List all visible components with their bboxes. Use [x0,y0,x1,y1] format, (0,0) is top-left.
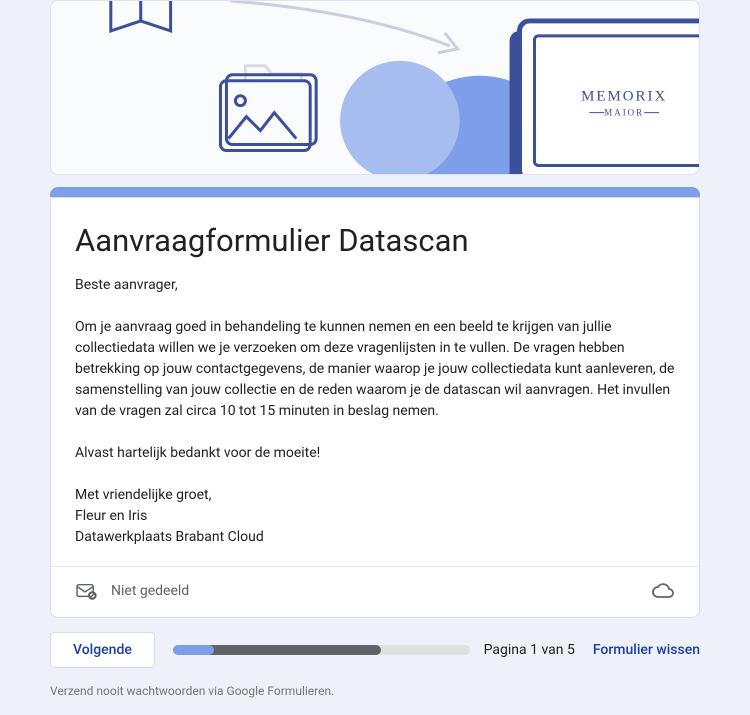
form-nav-row: Volgende Pagina 1 van 5 Formulier wissen [50,632,700,668]
org-line: Datawerkplaats Brabant Cloud [75,527,675,548]
mail-blocked-icon [75,582,97,600]
form-title: Aanvraagformulier Datascan [75,222,675,261]
page-counter: Pagina 1 van 5 [484,642,575,658]
thanks-line: Alvast hartelijk bedankt voor de moeite! [75,443,675,464]
signer-line: Fleur en Iris [75,506,675,527]
body-paragraph: Om je aanvraag goed in behandeling te ku… [75,317,675,422]
greeting-line: Beste aanvrager, [75,275,675,296]
form-intro-card: Aanvraagformulier Datascan Beste aanvrag… [50,197,700,618]
header-illustration: MEMORIX MAIOR [51,1,699,175]
clear-form-link[interactable]: Formulier wissen [593,642,700,658]
form-description: Beste aanvrager, Om je aanvraag goed in … [75,275,675,548]
progress-bar [173,645,470,655]
brand-text-1: MEMORIX [581,89,667,105]
card-footer: Niet gedeeld [51,566,699,617]
next-button[interactable]: Volgende [50,632,155,668]
signoff-line: Met vriendelijke groet, [75,485,675,506]
sharing-status-text: Niet gedeeld [111,583,189,599]
progress-fill [173,645,215,655]
progress-wrap: Pagina 1 van 5 [173,642,575,658]
brand-text-2: MAIOR [604,108,644,118]
password-disclaimer: Verzend nooit wachtwoorden via Google Fo… [50,684,700,698]
form-header-image: MEMORIX MAIOR [50,0,700,175]
form-accent-bar [50,187,700,197]
cloud-save-icon[interactable] [651,581,675,601]
